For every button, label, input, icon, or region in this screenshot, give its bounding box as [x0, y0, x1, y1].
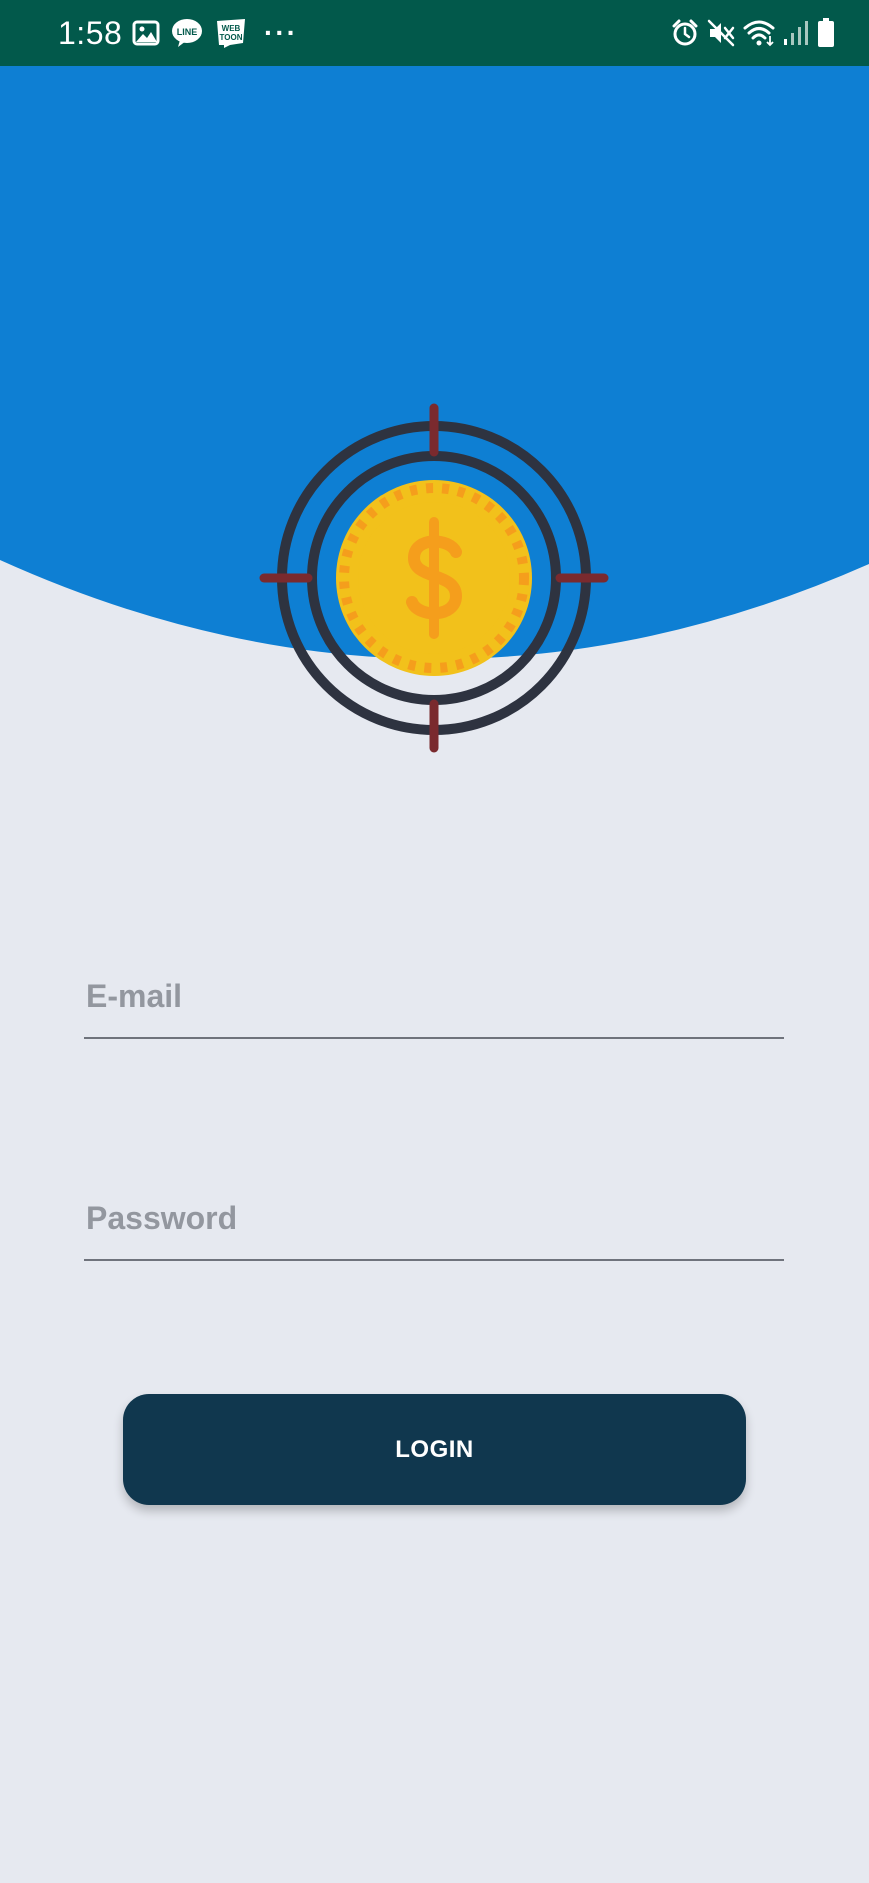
email-field-container: [84, 978, 784, 1039]
status-bar: 1:58 LINE WEB TOON ···: [0, 0, 869, 66]
app-logo: [259, 403, 609, 753]
password-input[interactable]: [84, 1200, 784, 1261]
mute-icon: [707, 19, 735, 47]
webtoon-app-icon: WEB TOON: [214, 18, 248, 48]
more-dots-icon: ···: [264, 17, 298, 48]
system-icons: [663, 18, 835, 48]
battery-icon: [817, 18, 835, 48]
alarm-icon: [671, 19, 699, 47]
notification-icons: LINE WEB TOON ···: [132, 18, 308, 48]
webtoon-icon-text-bottom: TOON: [220, 33, 243, 42]
password-field-container: [84, 1200, 784, 1261]
email-input[interactable]: [84, 978, 784, 1039]
login-button[interactable]: LOGIN: [123, 1394, 746, 1505]
line-app-icon: LINE: [170, 18, 204, 48]
wifi-icon: [743, 19, 775, 47]
status-time: 1:58: [58, 15, 123, 51]
signal-icon: [783, 19, 809, 47]
gallery-icon: [132, 20, 160, 46]
webtoon-icon-text-top: WEB: [222, 24, 241, 33]
line-icon-text: LINE: [177, 27, 198, 37]
